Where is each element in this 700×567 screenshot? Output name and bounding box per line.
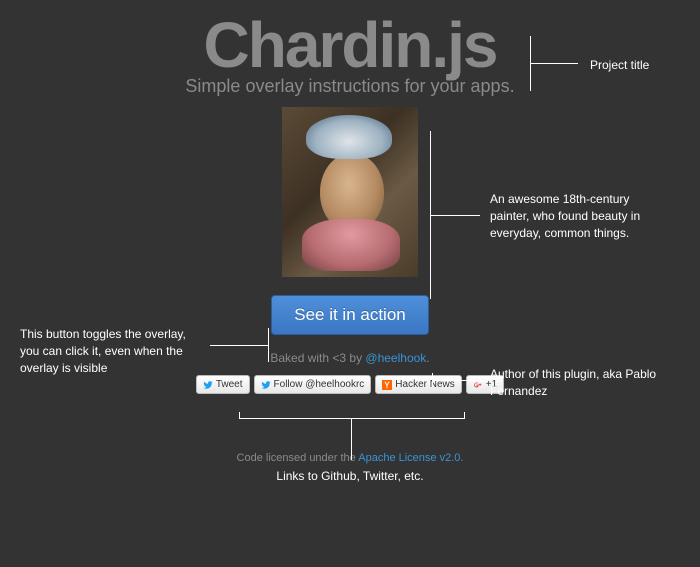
subtitle: Simple overlay instructions for your app…	[0, 76, 700, 97]
twitter-icon	[261, 380, 271, 390]
hn-icon	[382, 380, 392, 390]
twitter-icon	[203, 380, 213, 390]
license-prefix: Code licensed under the	[237, 452, 359, 464]
gplus-icon	[473, 380, 483, 390]
anno-project-title: Project title	[590, 57, 649, 74]
tweet-label: Tweet	[216, 378, 243, 391]
see-it-in-action-button[interactable]: See it in action	[271, 295, 429, 335]
anno-button: This button toggles the overlay, you can…	[20, 326, 205, 376]
tweet-button[interactable]: Tweet	[196, 375, 250, 394]
credit-prefix: Baked with <3 by	[270, 351, 365, 365]
credit-suffix: .	[426, 351, 429, 365]
anno-links: Links to Github, Twitter, etc.	[0, 468, 700, 485]
license-suffix: .	[460, 452, 463, 464]
anno-portrait: An awesome 18th-century painter, who fou…	[490, 191, 670, 241]
follow-button[interactable]: Follow @heelhookrc	[254, 375, 372, 394]
anno-author: Author of this plugin, aka Pablo Fernand…	[490, 366, 680, 400]
author-link[interactable]: @heelhook	[365, 351, 426, 365]
hackernews-button[interactable]: Hacker News	[375, 375, 461, 394]
portrait-image	[282, 107, 418, 277]
follow-label: Follow @heelhookrc	[274, 378, 365, 391]
license-line: Code licensed under the Apache License v…	[0, 452, 700, 464]
license-link[interactable]: Apache License v2.0	[358, 452, 460, 464]
